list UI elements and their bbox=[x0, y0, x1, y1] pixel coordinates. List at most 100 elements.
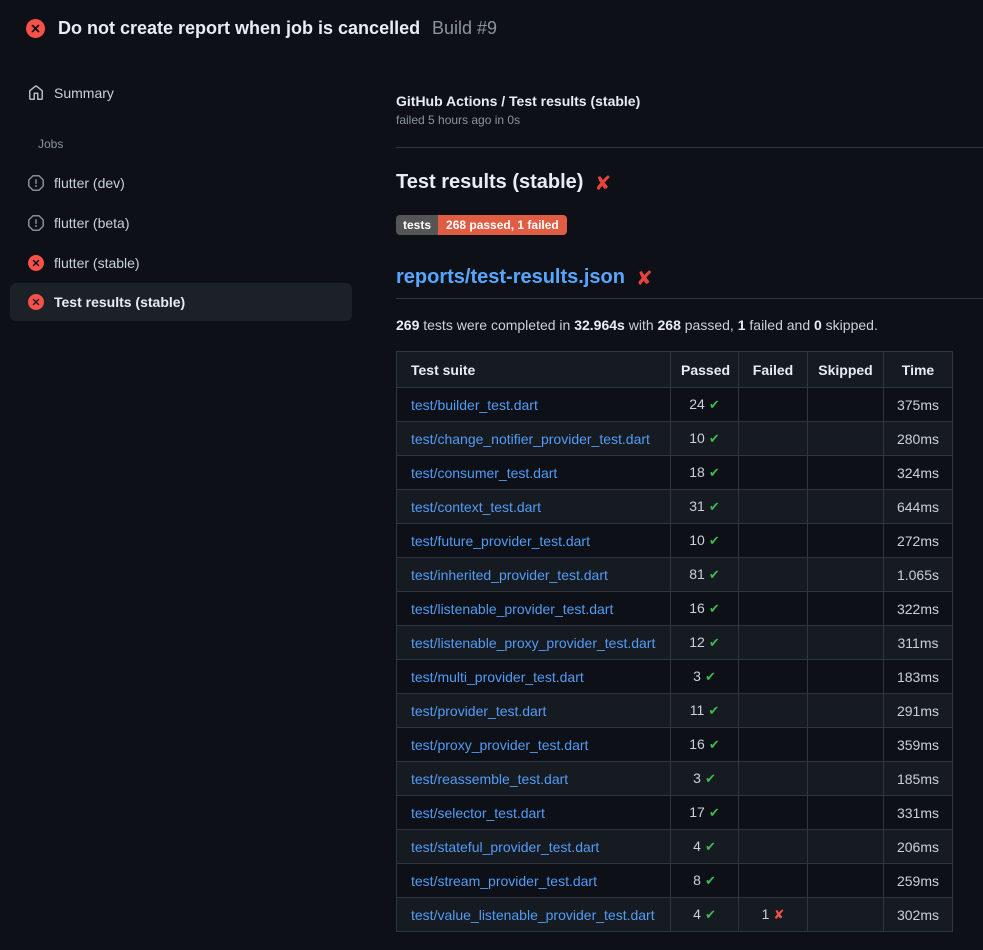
suite-cell: test/selector_test.dart bbox=[397, 796, 671, 830]
page-title: Do not create report when job is cancell… bbox=[58, 18, 420, 38]
passed-cell: 11✔ bbox=[671, 694, 739, 728]
skipped-cell bbox=[808, 660, 884, 694]
check-icon: ✔ bbox=[705, 670, 716, 685]
suite-cell: test/consumer_test.dart bbox=[397, 456, 671, 490]
failed-cell bbox=[739, 388, 808, 422]
suite-link[interactable]: test/listenable_provider_test.dart bbox=[411, 601, 613, 617]
report-file-link[interactable]: reports/test-results.json bbox=[396, 266, 625, 289]
badge-value: 268 passed, 1 failed bbox=[438, 215, 567, 235]
passed-cell: 4✔ bbox=[671, 898, 739, 932]
job-label: flutter (beta) bbox=[54, 215, 129, 231]
skipped-cell bbox=[808, 728, 884, 762]
count-value: 17 bbox=[689, 804, 705, 820]
time-cell: 280ms bbox=[884, 422, 953, 456]
suite-link[interactable]: test/stream_provider_test.dart bbox=[411, 873, 597, 889]
failed-cell bbox=[739, 592, 808, 626]
time-cell: 272ms bbox=[884, 524, 953, 558]
tests-summary-text: 269 tests were completed in 32.964s with… bbox=[396, 317, 983, 333]
job-label: flutter (stable) bbox=[54, 255, 140, 271]
run-meta: failed 5 hours ago in 0s bbox=[396, 113, 983, 127]
run-header: Do not create report when job is cancell… bbox=[0, 0, 983, 56]
table-row: test/stream_provider_test.dart 8✔ 259ms bbox=[397, 864, 953, 898]
suite-cell: test/builder_test.dart bbox=[397, 388, 671, 422]
time-cell: 359ms bbox=[884, 728, 953, 762]
column-header-passed: Passed bbox=[671, 352, 739, 388]
check-icon: ✔ bbox=[709, 466, 720, 481]
sidebar-job-item-2[interactable]: flutter (beta) bbox=[10, 203, 352, 243]
summary-text: with bbox=[625, 317, 658, 333]
count-value: 10 bbox=[689, 532, 705, 548]
passed-cell: 16✔ bbox=[671, 728, 739, 762]
check-icon: ✔ bbox=[709, 602, 720, 617]
passed-cell: 17✔ bbox=[671, 796, 739, 830]
table-row: test/change_notifier_provider_test.dart 1… bbox=[397, 422, 953, 456]
x-circle-icon bbox=[28, 255, 44, 271]
suite-link[interactable]: test/change_notifier_provider_test.dart bbox=[411, 431, 650, 447]
suite-link[interactable]: test/consumer_test.dart bbox=[411, 465, 557, 481]
suite-link[interactable]: test/builder_test.dart bbox=[411, 397, 538, 413]
sidebar-job-item-1[interactable]: flutter (dev) bbox=[10, 163, 352, 203]
failed-cell bbox=[739, 490, 808, 524]
check-icon: ✔ bbox=[709, 432, 720, 447]
suite-link[interactable]: test/future_provider_test.dart bbox=[411, 533, 590, 549]
check-icon: ✔ bbox=[709, 636, 720, 651]
skipped-cell bbox=[808, 898, 884, 932]
passed-cell: 81✔ bbox=[671, 558, 739, 592]
check-icon: ✔ bbox=[709, 534, 720, 549]
suite-link[interactable]: test/provider_test.dart bbox=[411, 703, 546, 719]
passed-cell: 12 ✔ bbox=[671, 626, 739, 660]
passed-cell: 31✔ bbox=[671, 490, 739, 524]
time-cell: 259ms bbox=[884, 864, 953, 898]
build-number: Build #9 bbox=[432, 18, 497, 38]
table-row: test/selector_test.dart 17✔ 331ms bbox=[397, 796, 953, 830]
count-value: 81 bbox=[689, 566, 705, 582]
skipped-cell bbox=[808, 422, 884, 456]
passed-cell: 16✔ bbox=[671, 592, 739, 626]
sidebar-summary-label: Summary bbox=[54, 85, 114, 101]
suite-link[interactable]: test/reassemble_test.dart bbox=[411, 771, 568, 787]
job-label: flutter (dev) bbox=[54, 175, 125, 191]
suite-link[interactable]: test/value_listenable_provider_test.dart bbox=[411, 907, 655, 923]
failed-cell bbox=[739, 728, 808, 762]
failed-cell bbox=[739, 762, 808, 796]
count-value: 31 bbox=[689, 498, 705, 514]
time-cell: 324ms bbox=[884, 456, 953, 490]
x-icon: ✘ bbox=[773, 908, 784, 923]
count-value: 12 bbox=[689, 634, 705, 650]
check-icon: ✔ bbox=[708, 704, 719, 719]
time-cell: 291ms bbox=[884, 694, 953, 728]
suite-link[interactable]: test/selector_test.dart bbox=[411, 805, 545, 821]
skipped-cell bbox=[808, 490, 884, 524]
home-icon bbox=[28, 85, 44, 101]
skipped-cell bbox=[808, 796, 884, 830]
passed-cell: 8✔ bbox=[671, 864, 739, 898]
count-value: 10 bbox=[689, 430, 705, 446]
column-header-time: Time bbox=[884, 352, 953, 388]
suite-cell: test/listenable_proxy_provider_test.dart bbox=[397, 626, 671, 660]
time-cell: 322ms bbox=[884, 592, 953, 626]
time-cell: 206ms bbox=[884, 830, 953, 864]
time-cell: 331ms bbox=[884, 796, 953, 830]
summary-text: tests were completed in bbox=[419, 317, 574, 333]
report-file-heading: reports/test-results.json ✘ bbox=[396, 266, 983, 299]
column-header-failed: Failed bbox=[739, 352, 808, 388]
suite-link[interactable]: test/multi_provider_test.dart bbox=[411, 669, 584, 685]
jobs-section-label: Jobs bbox=[38, 137, 396, 151]
suite-link[interactable]: test/listenable_proxy_provider_test.dart bbox=[411, 635, 655, 651]
sidebar-job-item-4[interactable]: Test results (stable) bbox=[10, 283, 352, 321]
suite-link[interactable]: test/inherited_provider_test.dart bbox=[411, 567, 608, 583]
failed-cell bbox=[739, 830, 808, 864]
failed-cell bbox=[739, 422, 808, 456]
suite-link[interactable]: test/stateful_provider_test.dart bbox=[411, 839, 599, 855]
suite-link[interactable]: test/proxy_provider_test.dart bbox=[411, 737, 588, 753]
skipped-cell bbox=[808, 524, 884, 558]
passed-cell: 3✔ bbox=[671, 762, 739, 796]
jobs-list: flutter (dev) flutter (beta) flutter (stab… bbox=[10, 163, 396, 321]
suite-link[interactable]: test/context_test.dart bbox=[411, 499, 541, 515]
sidebar-item-summary[interactable]: Summary bbox=[10, 75, 352, 111]
x-circle-icon bbox=[28, 294, 44, 310]
sidebar-job-item-3[interactable]: flutter (stable) bbox=[10, 243, 352, 283]
summary-number: 268 bbox=[658, 317, 681, 333]
skipped-cell bbox=[808, 762, 884, 796]
failed-cell bbox=[739, 558, 808, 592]
